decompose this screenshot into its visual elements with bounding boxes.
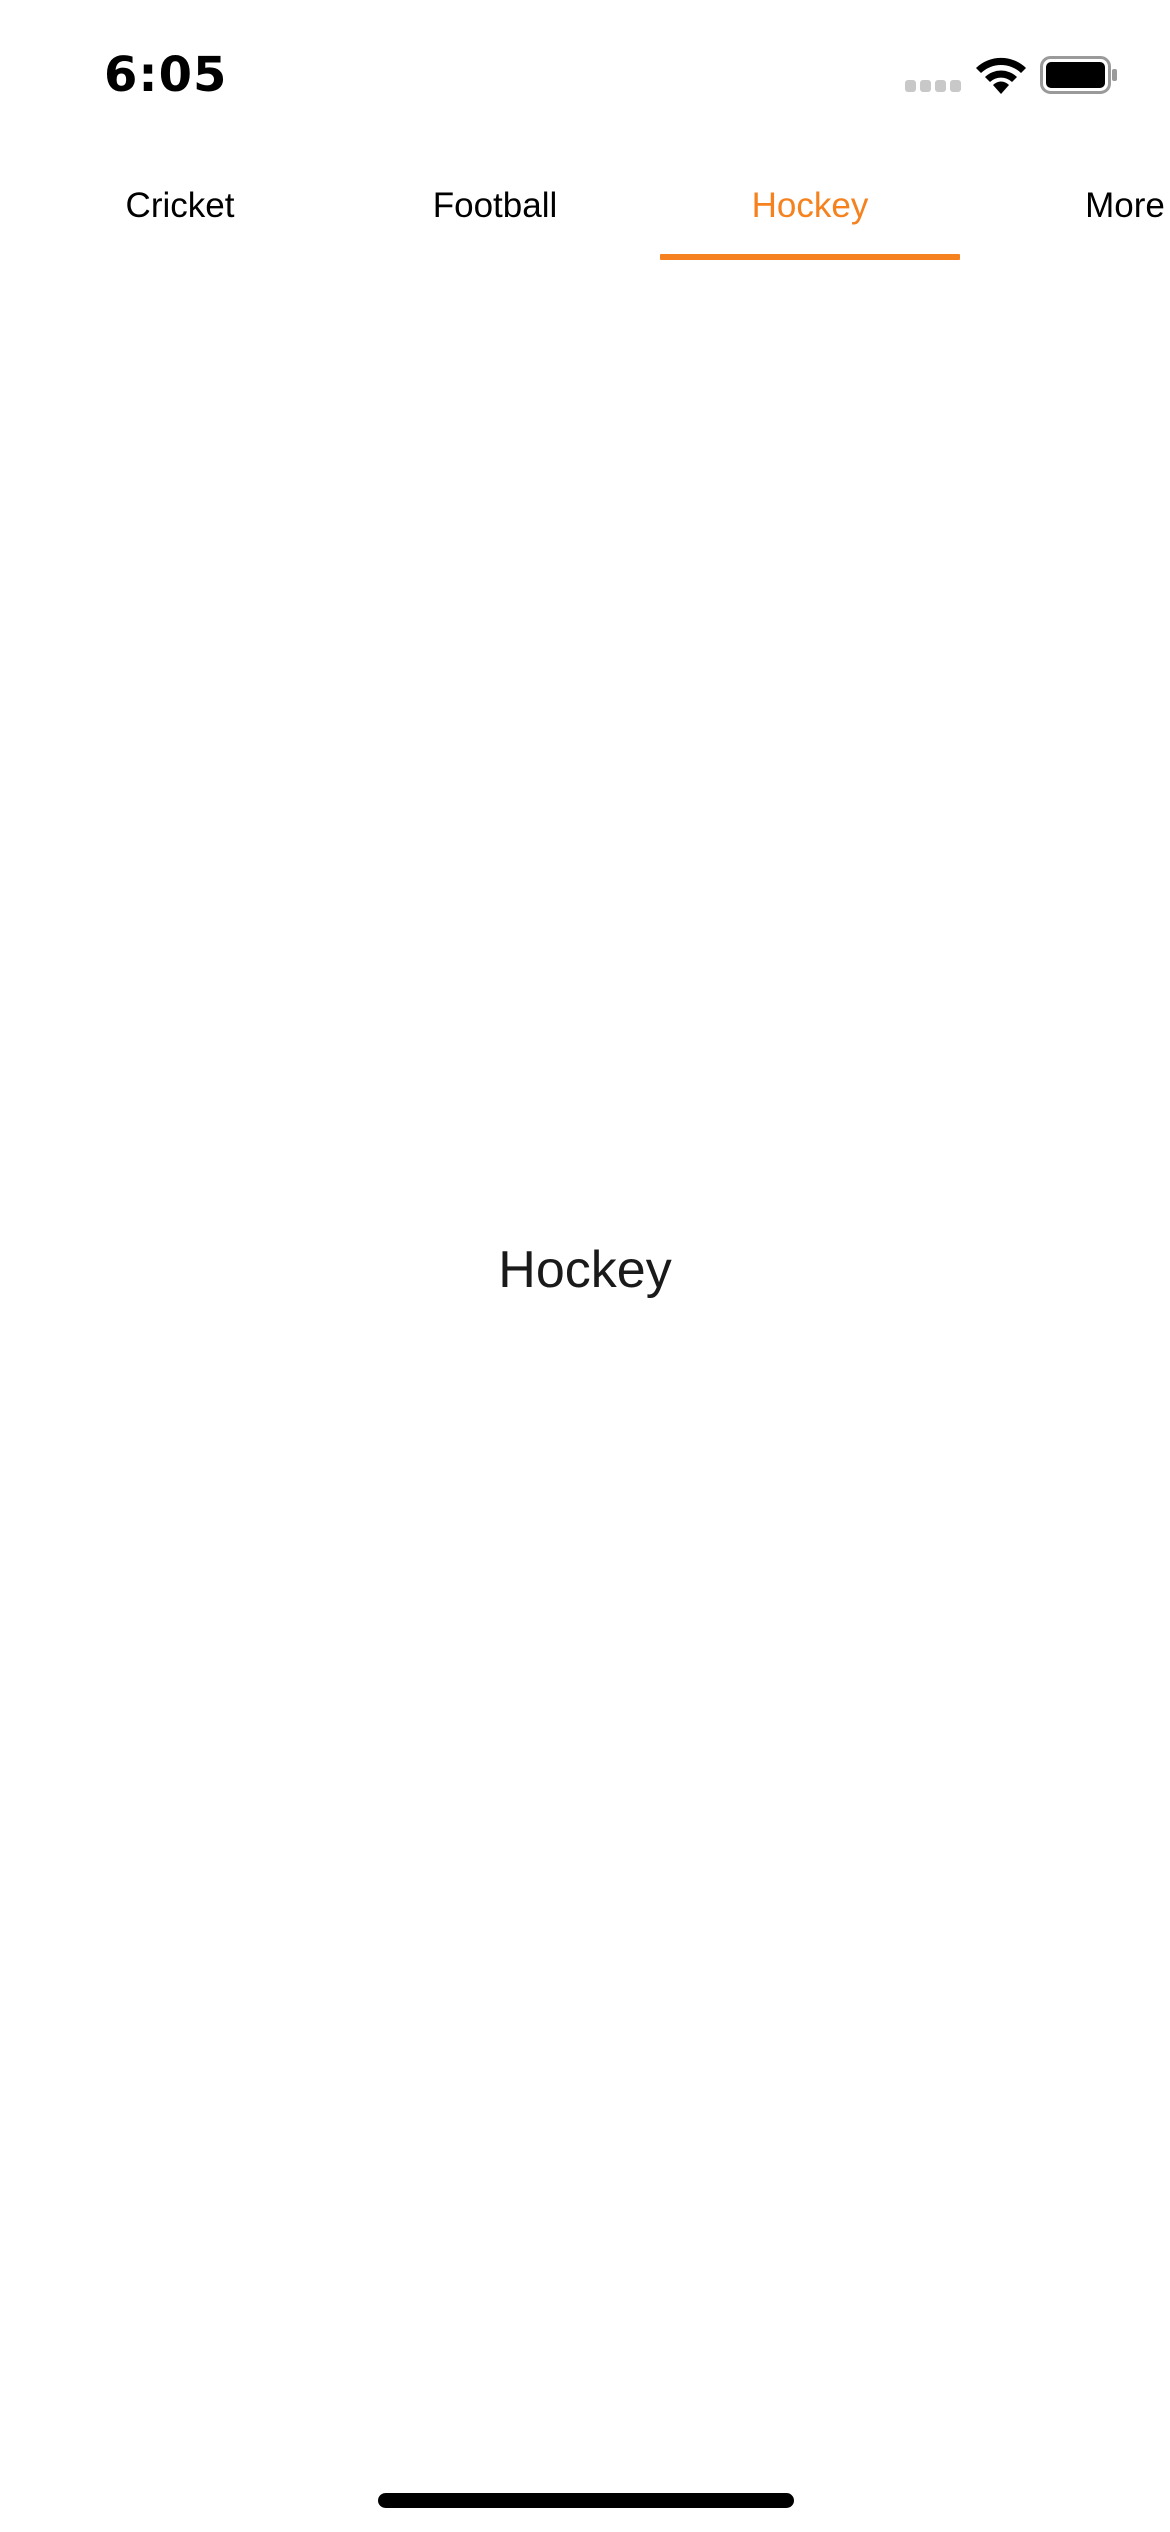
signal-icon [905,80,961,92]
home-indicator[interactable] [378,2493,794,2508]
screen: 6:05 Cricket Football Hockey More Hockey [0,0,1170,2532]
wifi-icon [976,57,1026,94]
tab-cricket[interactable]: Cricket [30,160,330,262]
tab-label: Cricket [125,185,235,225]
status-time: 6:05 [104,47,228,103]
page-content-title: Hockey [498,1241,672,1299]
status-bar: 6:05 [0,0,1170,150]
tab-label: More [1085,185,1165,225]
active-tab-indicator [660,254,960,260]
tab-label: Hockey [751,185,869,225]
tab-more[interactable]: More [975,160,1170,262]
tab-label: Football [432,185,558,225]
tab-bar: Cricket Football Hockey More [0,160,1170,262]
tab-hockey[interactable]: Hockey [660,160,960,262]
tab-football[interactable]: Football [345,160,645,262]
battery-icon [1040,56,1117,94]
